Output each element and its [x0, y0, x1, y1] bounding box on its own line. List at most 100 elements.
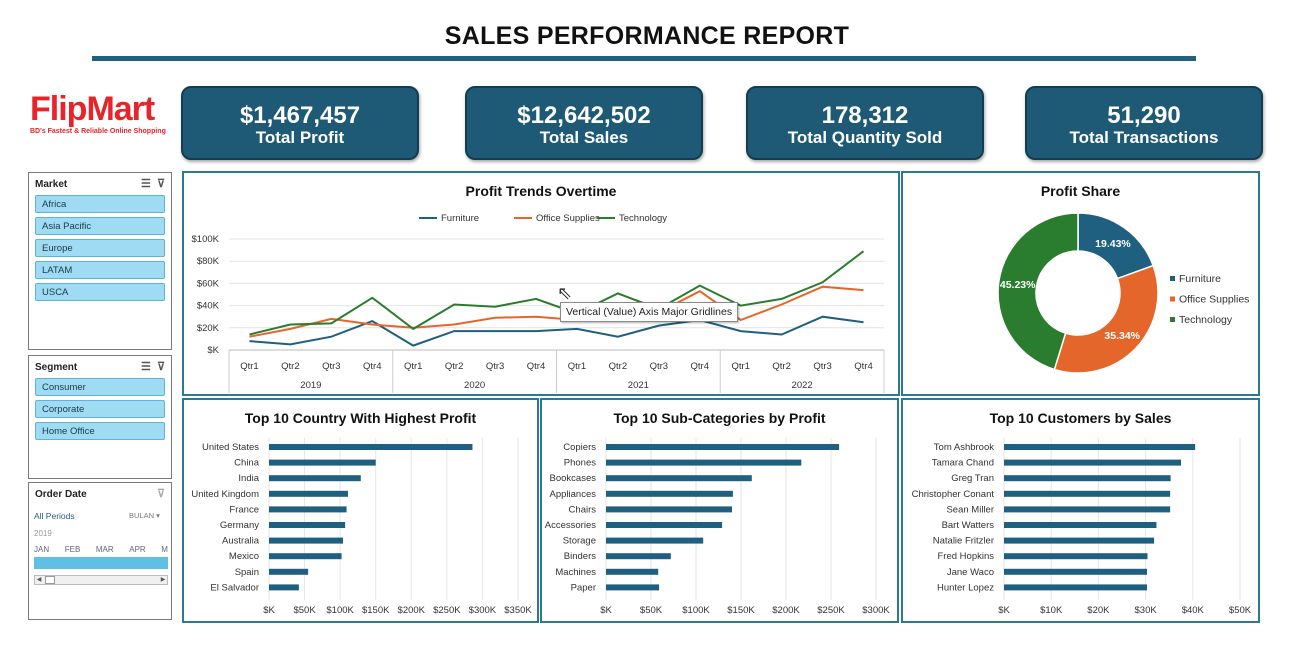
- x-group-label: 2021: [628, 380, 649, 391]
- kpi-total-transactions: 51,290 Total Transactions: [1025, 86, 1263, 160]
- y-category-label: United States: [202, 442, 259, 453]
- timeline-header: Order Date ⊽: [35, 487, 165, 500]
- y-category-label: Paper: [571, 582, 596, 593]
- timeline-unit-dropdown[interactable]: BULAN ▾: [129, 511, 160, 520]
- bar: [606, 444, 840, 450]
- x-tick-label: Qtr2: [281, 361, 299, 372]
- segment-slicer: Segment ☰ ⊽ Consumer Corporate Home Offi…: [28, 355, 172, 479]
- bar: [606, 568, 659, 575]
- bar: [606, 553, 671, 560]
- bar: [269, 584, 299, 591]
- page-title: SALES PERFORMANCE REPORT: [444, 22, 850, 50]
- y-category-label: United Kingdom: [191, 489, 259, 500]
- title-underline: [92, 56, 1196, 61]
- y-category-label: Copiers: [563, 442, 596, 453]
- slicer-item-asia-pacific[interactable]: Asia Pacific: [35, 217, 165, 235]
- kpi-label: Total Sales: [539, 128, 629, 147]
- scroll-right-icon[interactable]: ▶: [159, 576, 167, 584]
- legend-label: Office Supplies: [1179, 294, 1249, 306]
- y-category-label: Australia: [222, 536, 260, 547]
- x-tick-label: $150K: [727, 605, 755, 616]
- donut-data-label: 45.23%: [1000, 279, 1036, 291]
- clear-filter-icon[interactable]: ⊽: [157, 178, 165, 190]
- x-tick-label: $100K: [326, 605, 354, 616]
- x-tick-label: Qtr3: [650, 361, 668, 372]
- x-group-label: 2022: [792, 380, 813, 391]
- bar: [269, 522, 346, 528]
- timeline-selection-bar[interactable]: [34, 557, 168, 569]
- slicer-controls: ☰ ⊽: [141, 360, 165, 373]
- top-subcategories-chart: $K $50K $100K $150K $200K $250K $300K Copiers Ph…: [545, 438, 890, 616]
- kpi-total-profit: $1,467,457 Total Profit: [181, 86, 419, 160]
- slicer-item-usca[interactable]: USCA: [35, 283, 165, 301]
- top-customers-chart: $K $10K $20K $30K $40K $50K Tom Ashbrook Tamara…: [912, 438, 1252, 616]
- bar: [269, 537, 343, 544]
- x-tick-label: Qtr1: [240, 361, 258, 372]
- timeline-period[interactable]: All Periods: [34, 511, 75, 521]
- bar: [269, 490, 348, 497]
- slicer-item-consumer[interactable]: Consumer: [35, 378, 165, 396]
- timeline-scrollbar[interactable]: ◀ ▶: [34, 575, 168, 585]
- y-category-label: Appliances: [550, 489, 597, 500]
- slicer-item-africa[interactable]: Africa: [35, 195, 165, 213]
- slicer-item-corporate[interactable]: Corporate: [35, 400, 165, 418]
- multi-select-icon[interactable]: ☰: [141, 361, 151, 373]
- y-tick-label: $K: [207, 345, 219, 356]
- x-tick-label: Qtr1: [568, 361, 586, 372]
- clear-filter-icon[interactable]: ⊽: [157, 487, 165, 500]
- y-category-label: India: [238, 473, 259, 484]
- gridlines-tooltip: Vertical (Value) Axis Major Gridlines: [560, 302, 739, 322]
- x-tick-label: $K: [263, 605, 275, 616]
- x-tick-label: $250K: [433, 605, 461, 616]
- clear-filter-icon[interactable]: ⊽: [157, 361, 165, 373]
- multi-select-icon[interactable]: ☰: [141, 178, 151, 190]
- y-tick-label: $20K: [197, 323, 220, 334]
- bar: [1004, 584, 1148, 591]
- legend-label: Furniture: [441, 213, 479, 224]
- slicer-item-europe[interactable]: Europe: [35, 239, 165, 257]
- x-tick-label: $250K: [817, 605, 845, 616]
- y-category-label: Natalie Fritzler: [933, 536, 994, 547]
- profit-trends-panel: Profit Trends Overtime Furniture Office S…: [182, 171, 900, 396]
- donut-data-label: 19.43%: [1095, 238, 1131, 250]
- top-countries-panel: Top 10 Country With Highest Profit $K $50…: [182, 398, 539, 623]
- y-category-label: France: [229, 504, 259, 515]
- x-tick-label: Qtr4: [527, 361, 545, 372]
- slicer-item-home-office[interactable]: Home Office: [35, 422, 165, 440]
- x-tick-label: $K: [600, 605, 612, 616]
- y-category-label: Tamara Chand: [932, 458, 994, 469]
- kpi-total-quantity: 178,312 Total Quantity Sold: [746, 86, 984, 160]
- bar: [606, 506, 732, 513]
- bar: [1004, 490, 1171, 497]
- legend-label: Technology: [1179, 314, 1233, 326]
- x-tick-label: $300K: [469, 605, 497, 616]
- scroll-left-icon[interactable]: ◀: [35, 576, 43, 584]
- scroll-thumb[interactable]: [45, 576, 55, 584]
- legend-label: Furniture: [1179, 273, 1221, 285]
- y-tick-label: $60K: [197, 278, 220, 289]
- x-tick-label: Qtr4: [363, 361, 381, 372]
- bar: [269, 459, 376, 466]
- x-group-label: 2019: [300, 380, 321, 391]
- x-tick-label: $300K: [862, 605, 890, 616]
- profit-share-chart: 19.43% 35.34% 45.23% Furniture Office Suppl…: [997, 212, 1249, 374]
- slicer-header: Segment ☰ ⊽: [35, 360, 165, 373]
- y-category-label: Chairs: [569, 504, 597, 515]
- kpi-total-sales: $12,642,502 Total Sales: [465, 86, 703, 160]
- timeline-year: 2019: [34, 529, 52, 538]
- x-tick-label: $50K: [293, 605, 316, 616]
- kpi-label: Total Transactions: [1069, 128, 1219, 147]
- kpi-value: $1,467,457: [239, 102, 361, 129]
- legend-swatch: [1170, 296, 1175, 302]
- logo-tagline: BD's Fastest & Reliable Online Shopping: [30, 128, 166, 135]
- y-category-label: Bart Watters: [942, 520, 995, 531]
- slicer-controls: ☰ ⊽: [141, 177, 165, 190]
- x-tick-label: $350K: [504, 605, 532, 616]
- x-tick-label: Qtr3: [486, 361, 504, 372]
- kpi-value: 51,290: [1107, 102, 1181, 129]
- bar: [1004, 522, 1157, 528]
- donut-data-label: 35.34%: [1104, 330, 1140, 342]
- x-tick-label: Qtr3: [322, 361, 340, 372]
- bar: [1004, 475, 1171, 482]
- slicer-item-latam[interactable]: LATAM: [35, 261, 165, 279]
